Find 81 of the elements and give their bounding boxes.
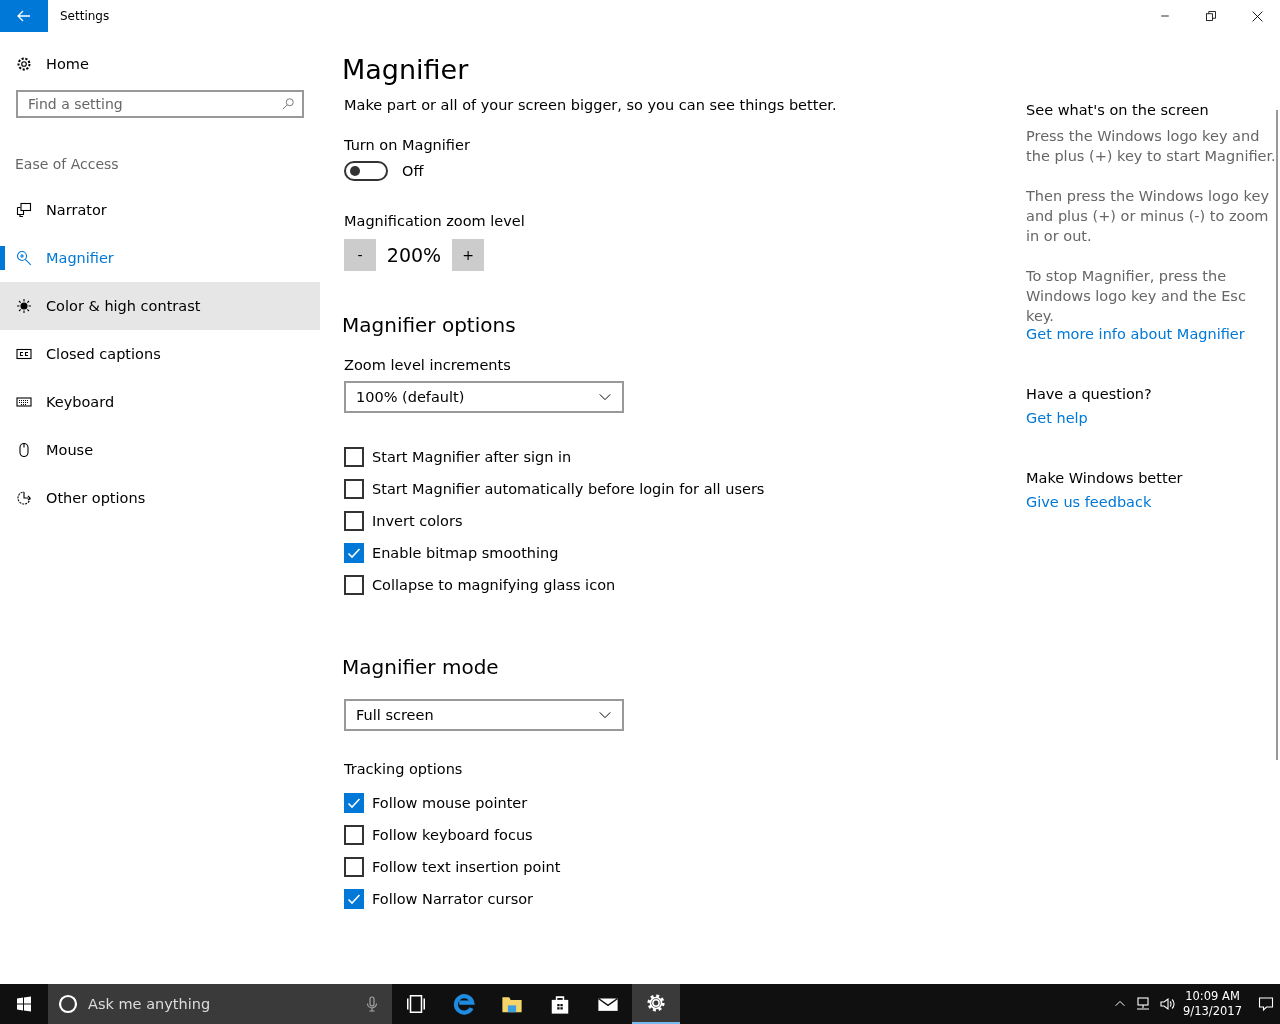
window-title: Settings (60, 9, 111, 23)
cortana-icon (58, 994, 78, 1014)
brightness-icon (16, 298, 32, 314)
browser-icon (453, 993, 475, 1015)
mouse-icon (16, 442, 32, 458)
aside-heading: See what's on the screen (1026, 102, 1210, 118)
checkbox-label: Start Magnifier after sign in (372, 449, 572, 465)
checkbox[interactable] (344, 575, 364, 595)
sidebar-item[interactable]: Closed captions (0, 330, 320, 378)
keyboard-icon (16, 394, 32, 410)
taskbar-app[interactable] (632, 984, 680, 1024)
checkbox[interactable] (344, 447, 364, 467)
taskbar-search-field[interactable]: Ask me anything (48, 984, 392, 1024)
zoom-value: 200% (385, 244, 443, 266)
network-icon[interactable] (1135, 996, 1152, 1012)
back-arrow-icon (16, 8, 32, 24)
checkbox-label: Start Magnifier automatically before login for all users (372, 481, 765, 497)
sidebar-item[interactable]: Magnifier (0, 234, 320, 282)
checkbox[interactable] (344, 889, 364, 909)
section-heading: Ease of Access (14, 156, 120, 172)
back-button[interactable] (0, 0, 48, 32)
section-heading: Magnifier options (342, 313, 516, 337)
checkbox-label: Enable bitmap smoothing (372, 545, 559, 561)
checkbox[interactable] (344, 793, 364, 813)
help-text: Then press the Windows logo key and plus (+) or minus (-) to zoom in or out. (1026, 187, 1270, 246)
timer-icon (16, 490, 32, 506)
toggle-state: Off (402, 163, 424, 179)
sidebar-item[interactable]: Keyboard (0, 378, 320, 426)
help-text: Press the Windows logo key and the plus (+) key to start Magnifier. (1026, 127, 1276, 166)
volume-icon[interactable] (1159, 996, 1176, 1012)
toggle-switch[interactable] (344, 161, 388, 181)
checkbox-label: Collapse to magnifying glass icon (372, 577, 616, 593)
checkbox[interactable] (344, 857, 364, 877)
search-icon (281, 97, 295, 111)
checkbox-label: Invert colors (372, 513, 463, 529)
checkbox[interactable] (344, 543, 364, 563)
sidebar-item[interactable]: Color & high contrast (0, 282, 320, 330)
help-link[interactable]: Give us feedback (1026, 494, 1276, 510)
selection-indicator (0, 246, 5, 270)
checkbox-label: Follow mouse pointer (372, 795, 528, 811)
store-icon (549, 993, 571, 1015)
mode-dropdown[interactable]: Full screen (344, 699, 624, 731)
microphone-icon[interactable] (364, 996, 380, 1012)
clock[interactable]: 10:09 AM 9/13/2017 (1183, 989, 1242, 1019)
checkbox[interactable] (344, 825, 364, 845)
aside-heading: Have a question? (1026, 386, 1153, 402)
help-link[interactable]: Get help (1026, 410, 1276, 426)
help-text: To stop Magnifier, press the Windows logo key and the Esc key. (1026, 267, 1247, 326)
narrator-icon (16, 202, 32, 218)
zoom-level-label: Magnification zoom level (344, 213, 525, 229)
settings-icon (16, 56, 32, 72)
settings-icon (645, 992, 667, 1014)
task-view-icon (405, 993, 427, 1015)
home-nav-item[interactable]: Home (0, 40, 320, 88)
sidebar-item[interactable]: Other options (0, 474, 320, 522)
dropdown-label: Zoom level increments (344, 357, 511, 373)
notification-icon[interactable] (1258, 996, 1274, 1012)
description: Make part or all of your screen bigger, so you can see things better. (344, 97, 837, 113)
page-title: Magnifier (342, 54, 469, 85)
help-link[interactable]: Get more info about Magnifier (1026, 326, 1276, 342)
section-heading: Magnifier mode (342, 655, 499, 679)
checkbox[interactable] (344, 511, 364, 531)
sidebar-item[interactable]: Narrator (0, 186, 320, 234)
aside-heading: Make Windows better (1026, 470, 1184, 486)
search-field[interactable]: Find a setting (16, 90, 304, 118)
scrollbar[interactable] (1276, 110, 1278, 760)
tracking-label: Tracking options (344, 761, 463, 777)
restore-icon (1205, 10, 1217, 22)
windows-logo-icon (16, 996, 32, 1012)
zoom-increments-dropdown[interactable]: 100% (default) (344, 381, 624, 413)
zoom-in-button[interactable]: + (452, 239, 484, 271)
toggle-label: Turn on Magnifier (344, 137, 470, 153)
sidebar-item[interactable]: Mouse (0, 426, 320, 474)
close-icon (1250, 9, 1264, 23)
zoom-out-button[interactable]: - (344, 239, 376, 271)
checkbox-label: Follow keyboard focus (372, 827, 533, 843)
checkbox[interactable] (344, 479, 364, 499)
magnifier-icon (16, 250, 32, 266)
closed-captions-icon (16, 346, 32, 362)
checkbox-label: Follow text insertion point (372, 859, 561, 875)
checkbox-label: Follow Narrator cursor (372, 891, 533, 907)
